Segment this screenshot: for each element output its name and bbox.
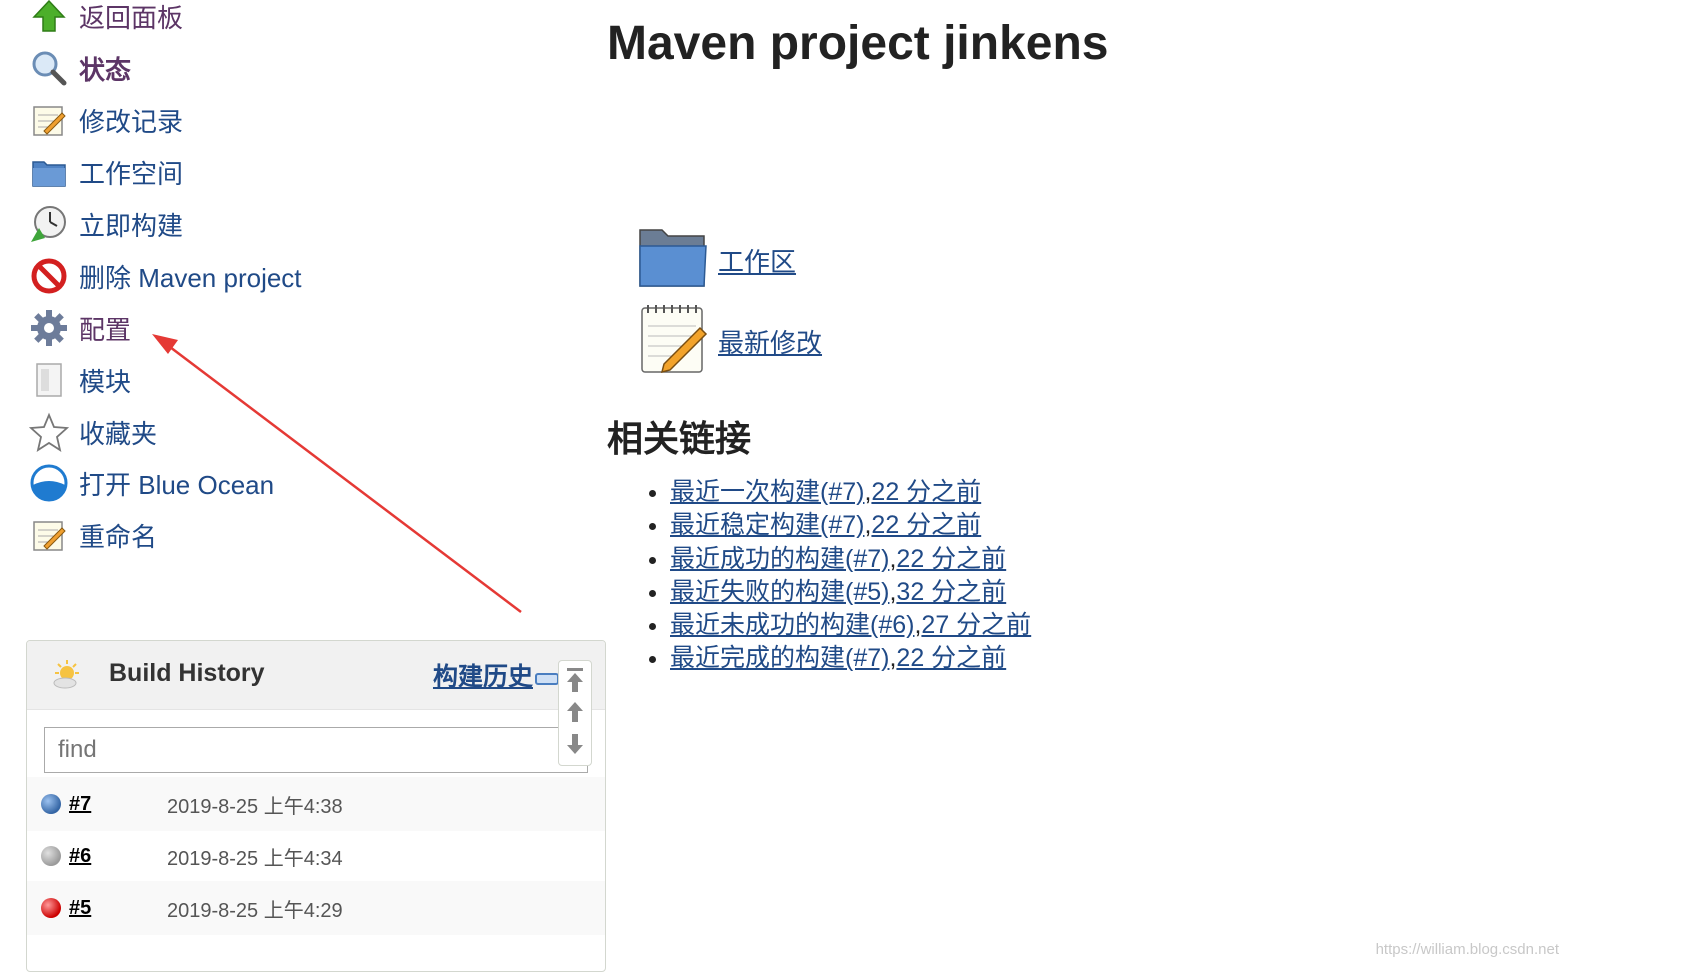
build-history-title: Build History [109, 659, 265, 687]
build-status-ball-icon [41, 898, 61, 918]
search-icon [27, 46, 71, 90]
gear-icon [27, 306, 71, 350]
build-number-link[interactable]: #7 [69, 793, 91, 816]
sidebar-item-label: 立即构建 [79, 210, 184, 241]
page-up-icon[interactable] [565, 701, 585, 728]
sidebar-item-delete-project[interactable]: 删除 Maven project [27, 254, 302, 298]
sidebar-item-label: 返回面板 [79, 2, 184, 33]
build-date: 2019-8-25 上午4:29 [167, 899, 343, 922]
sidebar-item-build-now[interactable]: 立即构建 [27, 202, 183, 246]
sidebar-item-modules[interactable]: 模块 [27, 358, 131, 402]
sidebar-item-open-blue-ocean[interactable]: 打开 Blue Ocean [27, 461, 274, 505]
build-history-widget: Build History 构建历史 x #7 2019-8-25 上午4:38… [26, 640, 606, 972]
history-page-controls [558, 660, 592, 766]
sidebar-item-workspace[interactable]: 工作空间 [27, 150, 183, 194]
clock-icon [27, 202, 71, 246]
permalink-time[interactable]: 22 分之前 [871, 511, 981, 539]
folder-icon [636, 224, 710, 297]
sidebar-item-changes[interactable]: 修改记录 [27, 98, 183, 142]
page-top-icon[interactable] [565, 667, 585, 698]
workspace-link-block[interactable]: 工作区 [636, 224, 796, 297]
permalink-name[interactable]: 最近失败的构建(#5) [670, 578, 889, 606]
page-down-icon[interactable] [565, 733, 585, 760]
sidebar-item-configure[interactable]: 配置 [27, 306, 131, 350]
notepad-icon [27, 98, 71, 142]
build-history-header: Build History 构建历史 [27, 641, 605, 710]
sidebar-item-label: 打开 Blue Ocean [79, 469, 275, 500]
watermark: https://william.blog.csdn.net [1375, 941, 1559, 958]
build-date: 2019-8-25 上午4:38 [167, 795, 343, 818]
sidebar-item-label: 重命名 [79, 521, 158, 552]
permalink-name[interactable]: 最近成功的构建(#7) [670, 545, 889, 573]
no-entry-icon [27, 254, 71, 298]
permalink-name[interactable]: 最近稳定构建(#7) [670, 511, 864, 539]
permalink-item: 最近稳定构建(#7),22 分之前 [670, 509, 1031, 542]
notepad-icon [27, 513, 71, 557]
permalink-item: 最近成功的构建(#7),22 分之前 [670, 543, 1031, 576]
build-number-link[interactable]: #5 [69, 897, 91, 920]
page-title: Maven project jinkens [607, 17, 1109, 70]
build-row[interactable]: #5 2019-8-25 上午4:29 [27, 881, 605, 935]
build-date: 2019-8-25 上午4:34 [167, 847, 343, 870]
workspace-link[interactable]: 工作区 [718, 242, 796, 279]
permalink-time[interactable]: 32 分之前 [896, 578, 1006, 606]
document-icon [27, 358, 71, 402]
build-status-ball-icon [41, 794, 61, 814]
permalink-item: 最近完成的构建(#7),22 分之前 [670, 642, 1031, 675]
permalink-item: 最近失败的构建(#5),32 分之前 [670, 576, 1031, 609]
permalink-time[interactable]: 22 分之前 [896, 545, 1006, 573]
sidebar-item-label: 修改记录 [79, 106, 184, 137]
up-arrow-icon [27, 0, 71, 38]
collapse-icon[interactable] [535, 673, 559, 685]
permalink-time[interactable]: 27 分之前 [921, 611, 1031, 639]
sidebar-item-label: 工作空间 [79, 158, 184, 189]
sidebar-item-status[interactable]: 状态 [27, 46, 131, 90]
sidebar-item-label: 配置 [79, 314, 132, 345]
build-filter-box: x [44, 727, 588, 773]
permalink-item: 最近未成功的构建(#6),27 分之前 [670, 609, 1031, 642]
sidebar-item-label: 收藏夹 [79, 418, 158, 449]
sidebar-item-label: 删除 Maven project [79, 262, 302, 293]
recent-changes-link[interactable]: 最新修改 [718, 323, 822, 360]
build-search-input[interactable] [56, 728, 540, 772]
weather-sunny-icon [51, 659, 83, 696]
sidebar-item-label: 模块 [79, 366, 132, 397]
star-icon [27, 410, 71, 454]
related-links-title: 相关链接 [607, 418, 752, 459]
permalink-time[interactable]: 22 分之前 [871, 478, 981, 506]
blue-ocean-icon [27, 461, 71, 505]
permalink-name[interactable]: 最近未成功的构建(#6) [670, 611, 914, 639]
build-number-link[interactable]: #6 [69, 845, 91, 868]
sidebar-item-label: 状态 [79, 54, 132, 85]
permalink-name[interactable]: 最近一次构建(#7) [670, 478, 864, 506]
permalink-time[interactable]: 22 分之前 [896, 644, 1006, 672]
sidebar-item-rename[interactable]: 重命名 [27, 513, 157, 557]
build-row[interactable]: #6 2019-8-25 上午4:34 [27, 829, 605, 883]
permalink-item: 最近一次构建(#7),22 分之前 [670, 476, 1031, 509]
notepad-icon [636, 302, 710, 381]
permalinks-list: 最近一次构建(#7),22 分之前 最近稳定构建(#7),22 分之前 最近成功… [642, 476, 1031, 676]
build-status-ball-icon [41, 846, 61, 866]
permalink-name[interactable]: 最近完成的构建(#7) [670, 644, 889, 672]
build-row[interactable]: #7 2019-8-25 上午4:38 [27, 777, 605, 831]
sidebar-item-favorite[interactable]: 收藏夹 [27, 410, 157, 454]
folder-icon [27, 150, 71, 194]
sidebar-item-back-to-dashboard[interactable]: 返回面板 [27, 0, 183, 38]
recent-changes-link-block[interactable]: 最新修改 [636, 302, 822, 381]
build-trend-link[interactable]: 构建历史 [433, 657, 533, 693]
